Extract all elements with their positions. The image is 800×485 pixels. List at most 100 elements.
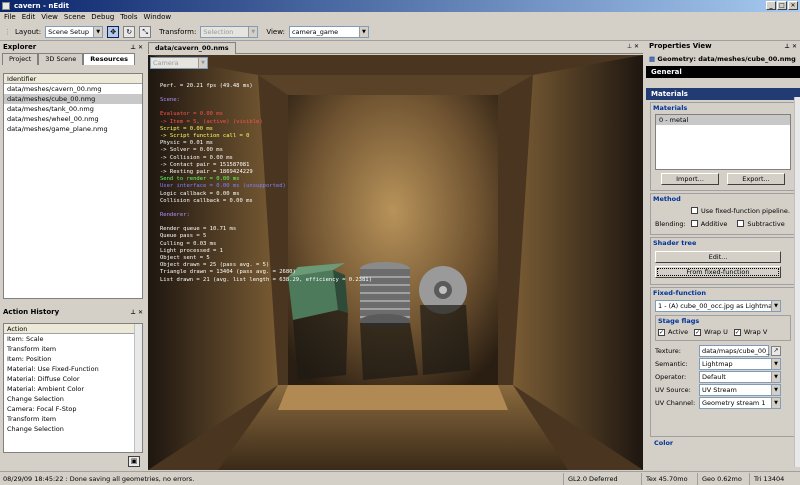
toolbar-grip: ⋮ <box>4 27 11 36</box>
menu-file[interactable]: File <box>4 12 16 23</box>
chevron-down-icon: ▼ <box>771 358 780 369</box>
explorer-tabs: Project 3D Scene Resources <box>0 53 146 65</box>
wrap-v-checkbox[interactable]: ✓ <box>733 328 741 336</box>
move-tool-icon[interactable]: ✥ <box>107 25 120 38</box>
chevron-down-icon: ▼ <box>771 301 780 311</box>
list-item[interactable]: data/meshes/game_plane.nmg <box>4 124 142 134</box>
resources-list: Identifier data/meshes/cavern_00.nmg dat… <box>3 73 143 299</box>
history-scrollbar[interactable] <box>134 324 142 452</box>
uv-source-select[interactable]: UV Stream ▼ <box>699 383 781 396</box>
stat-lights: Light processed = 1 <box>160 247 223 254</box>
stat-passes: Queue pass = 5 <box>160 233 207 240</box>
stat-collision-cb: Collision callback = 0.00 ms <box>160 197 253 204</box>
menu-debug[interactable]: Debug <box>91 12 114 23</box>
stat-contact: -> Contact pair = 151587081 <box>160 161 250 168</box>
browse-icon[interactable]: ↗ <box>771 345 781 356</box>
wrap-u-checkbox[interactable]: ✓ <box>694 328 702 336</box>
stat-renderer-title: Renderer: <box>160 212 190 219</box>
subtractive-checkbox[interactable] <box>737 220 745 227</box>
menu-window[interactable]: Window <box>144 12 172 23</box>
menu-tools[interactable]: Tools <box>120 12 137 23</box>
list-item[interactable]: Transform item <box>4 414 142 424</box>
menu-scene[interactable]: Scene <box>64 12 85 23</box>
uv-source-label: UV Source: <box>655 385 691 394</box>
active-checkbox[interactable]: ✓ <box>658 328 665 336</box>
geometry-label: Geometry: data/meshes/cube_00.nmg <box>657 55 796 63</box>
view-select[interactable]: camera_game ▼ <box>288 25 369 38</box>
additive-checkbox[interactable] <box>690 220 698 227</box>
document-controls[interactable]: ⊥ ✕ <box>627 43 639 50</box>
from-fixed-function-button[interactable]: From fixed-function <box>655 266 781 278</box>
list-item[interactable]: Material: Diffuse Color <box>4 374 142 384</box>
list-item[interactable]: Change Selection <box>4 394 142 404</box>
menu-edit[interactable]: Edit <box>22 12 36 23</box>
section-general[interactable]: General <box>646 66 800 78</box>
app-icon <box>2 2 10 10</box>
history-header: Action History ⊥ ✕ <box>0 307 146 318</box>
uv-channel-label: UV Channel: <box>655 398 696 407</box>
camera-select[interactable]: Camera ▼ <box>150 57 208 69</box>
3d-viewport[interactable]: Camera ▼ Perf. = 20.21 fps (49.48 ms) Sc… <box>148 55 643 470</box>
status-bar: 08/29/09 18:45:22 : Done saving all geom… <box>0 471 800 485</box>
edit-button[interactable]: Edit... <box>655 251 781 263</box>
import-button[interactable]: Import... <box>661 173 719 185</box>
list-item[interactable]: data/meshes/cavern_00.nmg <box>4 84 142 94</box>
shader-tree-title: Shader tree <box>653 239 697 247</box>
document-tabbar: data/cavern_00.nms ⊥ ✕ <box>148 42 643 54</box>
list-item[interactable]: Material: Ambient Color <box>4 384 142 394</box>
list-item[interactable]: Transform item <box>4 344 142 354</box>
menu-view[interactable]: View <box>41 12 58 23</box>
tab-resources[interactable]: Resources <box>83 53 135 65</box>
method-group-title: Method <box>653 195 681 203</box>
list-item[interactable]: Material: Use Fixed-Function <box>4 364 142 374</box>
blending-label: Blending: <box>655 219 686 228</box>
layout-select[interactable]: Scene Setup ▼ <box>45 25 104 38</box>
action-column-header[interactable]: Action <box>4 324 142 334</box>
scale-tool-icon[interactable]: ⤡ <box>139 25 152 38</box>
tab-3d-scene[interactable]: 3D Scene <box>38 53 84 65</box>
export-button[interactable]: Export... <box>727 173 785 185</box>
stat-script: Script = 0.00 ms <box>160 125 213 132</box>
transform-select-value: Selection <box>203 27 234 36</box>
list-item[interactable]: Item: Scale <box>4 334 142 344</box>
texture-field[interactable]: data/maps/cube_00_ <box>699 344 770 357</box>
operator-select[interactable]: Default ▼ <box>699 370 781 383</box>
list-item[interactable]: Item: Position <box>4 354 142 364</box>
list-item[interactable]: Change Selection <box>4 424 142 434</box>
status-renderer: GL2.0 Deferred <box>563 472 641 485</box>
section-materials[interactable]: Materials <box>646 88 800 100</box>
maximize-button[interactable]: □ <box>777 1 787 10</box>
panel-controls[interactable]: ⊥ ✕ <box>130 42 143 53</box>
transform-select[interactable]: Selection ▼ <box>200 25 259 38</box>
tab-document[interactable]: data/cavern_00.nms <box>148 42 236 54</box>
operator-value: Default <box>702 372 726 381</box>
explorer-title: Explorer <box>3 43 37 51</box>
close-button[interactable]: ✕ <box>788 1 798 10</box>
fixed-function-title: Fixed-function <box>653 289 706 297</box>
semantic-row: Semantic: Lightmap ▼ <box>651 357 795 370</box>
list-item[interactable]: data/meshes/wheel_00.nmg <box>4 114 142 124</box>
identifier-column-header[interactable]: Identifier <box>4 74 142 84</box>
uv-source-row: UV Source: UV Stream ▼ <box>651 383 795 396</box>
minimize-button[interactable]: _ <box>766 1 776 10</box>
uv-channel-select[interactable]: Geometry stream 1 ▼ <box>699 396 781 409</box>
panel-controls[interactable]: ⊥ ✕ <box>784 41 797 52</box>
stage-select[interactable]: 1 - (A) cube_00_occ.jpg as Lightmap ▼ <box>655 300 781 312</box>
list-item[interactable]: data/meshes/tank_00.nmg <box>4 104 142 114</box>
camera-select-value: Camera <box>153 59 179 67</box>
semantic-select[interactable]: Lightmap ▼ <box>699 357 781 370</box>
history-title: Action History <box>3 308 60 316</box>
panel-controls[interactable]: ⊥ ✕ <box>130 307 143 318</box>
stat-collision: -> Collision = 0.00 ms <box>160 154 233 161</box>
list-item[interactable]: Camera: Focal F-Stop <box>4 404 142 414</box>
rotate-tool-icon[interactable]: ↻ <box>123 25 136 38</box>
operator-row: Operator: Default ▼ <box>651 370 795 383</box>
stage-flags-group: Stage flags ✓ Active ✓ Wrap U ✓ Wrap V <box>655 315 791 341</box>
properties-scrollbar[interactable] <box>794 97 800 467</box>
trash-icon[interactable]: ▣ <box>128 456 140 467</box>
list-item[interactable]: 0 - metal <box>656 115 790 125</box>
fixed-pipeline-checkbox[interactable] <box>691 207 698 214</box>
list-item[interactable]: data/meshes/cube_00.nmg <box>4 94 142 104</box>
texture-value: data/maps/cube_00_ <box>702 346 770 355</box>
tab-project[interactable]: Project <box>2 53 39 65</box>
